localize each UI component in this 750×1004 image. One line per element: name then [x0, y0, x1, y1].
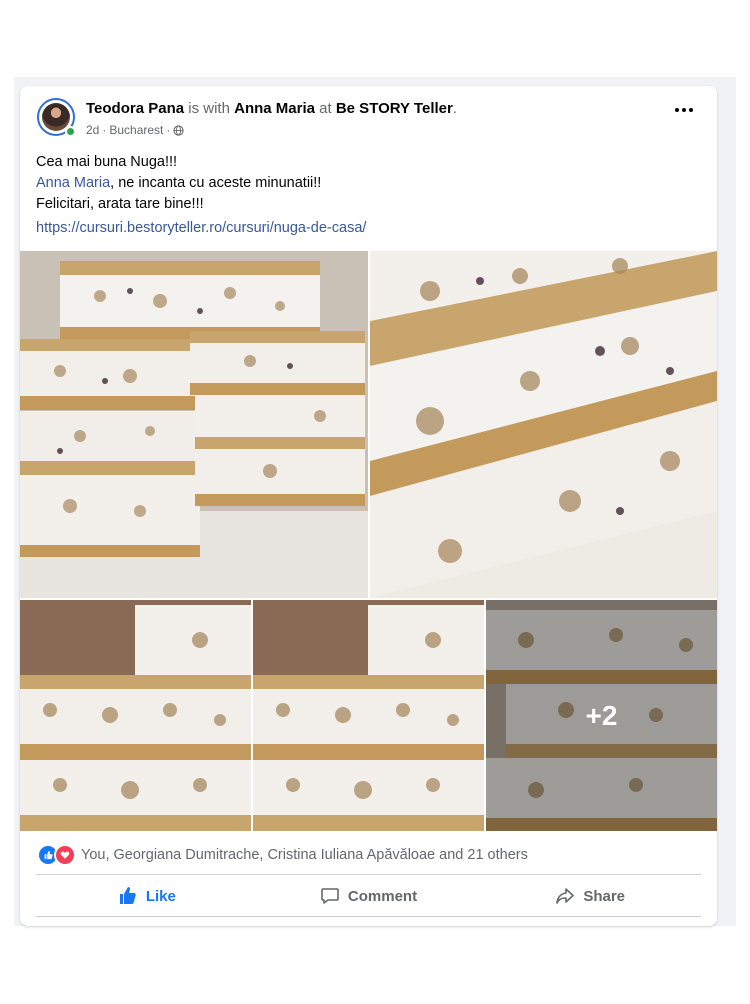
more-photos-overlay[interactable]: +2: [486, 600, 717, 831]
like-button[interactable]: Like: [36, 879, 258, 913]
at-text: at: [319, 100, 332, 117]
globe-icon: [173, 124, 185, 136]
photo-3[interactable]: [20, 600, 251, 831]
author-name[interactable]: Teodora Pana: [86, 100, 184, 117]
tagged-name[interactable]: Anna Maria: [234, 100, 315, 117]
text-line-1: Cea mai buna Nuga!!!: [36, 154, 178, 170]
comment-button[interactable]: Comment: [258, 879, 480, 913]
text-line-3: Felicitari, arata tare bine!!!: [36, 196, 204, 212]
with-text: is with: [188, 100, 230, 117]
text-line-2-rest: , ne incanta cu aceste minunatii!!: [110, 175, 322, 191]
photo-4[interactable]: [253, 600, 484, 831]
post-header: Teodora Pana is with Anna Maria at Be ST…: [86, 100, 457, 117]
mention-link[interactable]: Anna Maria: [36, 175, 110, 191]
share-label: Share: [583, 887, 626, 905]
share-button[interactable]: Share: [479, 879, 701, 913]
post-time[interactable]: 2d: [86, 123, 99, 137]
comment-label: Comment: [347, 887, 418, 905]
meta-separator: ·: [166, 123, 171, 137]
period: .: [452, 100, 458, 117]
photo-5[interactable]: +2: [486, 600, 717, 831]
photo-1[interactable]: [20, 251, 368, 598]
like-label: Like: [145, 887, 176, 905]
post-location[interactable]: Bucharest: [109, 123, 163, 137]
place-name[interactable]: Be STORY Teller: [336, 100, 453, 117]
post-link[interactable]: https://cursuri.bestoryteller.ro/cursuri…: [36, 220, 366, 236]
reactions-text: You, Georgiana Dumitrache, Cristina Iuli…: [81, 847, 528, 863]
online-status-dot: [65, 126, 76, 137]
comment-icon: [321, 888, 339, 904]
reactions-summary[interactable]: You, Georgiana Dumitrache, Cristina Iuli…: [37, 844, 528, 866]
text-line-2: Anna Maria, ne incanta cu aceste minunat…: [36, 173, 696, 194]
reaction-icons: [37, 844, 76, 866]
action-bar: Like Comment Share: [36, 879, 701, 913]
photo-2[interactable]: [370, 251, 717, 598]
love-reaction-icon: [54, 844, 76, 866]
divider-bottom: [36, 916, 701, 917]
divider-top: [36, 874, 701, 875]
thumbs-up-icon: [119, 887, 136, 904]
post-text: Cea mai buna Nuga!!! Anna Maria, ne inca…: [36, 152, 696, 215]
post-card: Teodora Pana is with Anna Maria at Be ST…: [20, 86, 717, 926]
meta-separator: ·: [102, 123, 107, 137]
share-icon: [556, 888, 575, 904]
post-meta: 2d · Bucharest ·: [86, 123, 185, 137]
more-options-icon[interactable]: [675, 108, 693, 112]
